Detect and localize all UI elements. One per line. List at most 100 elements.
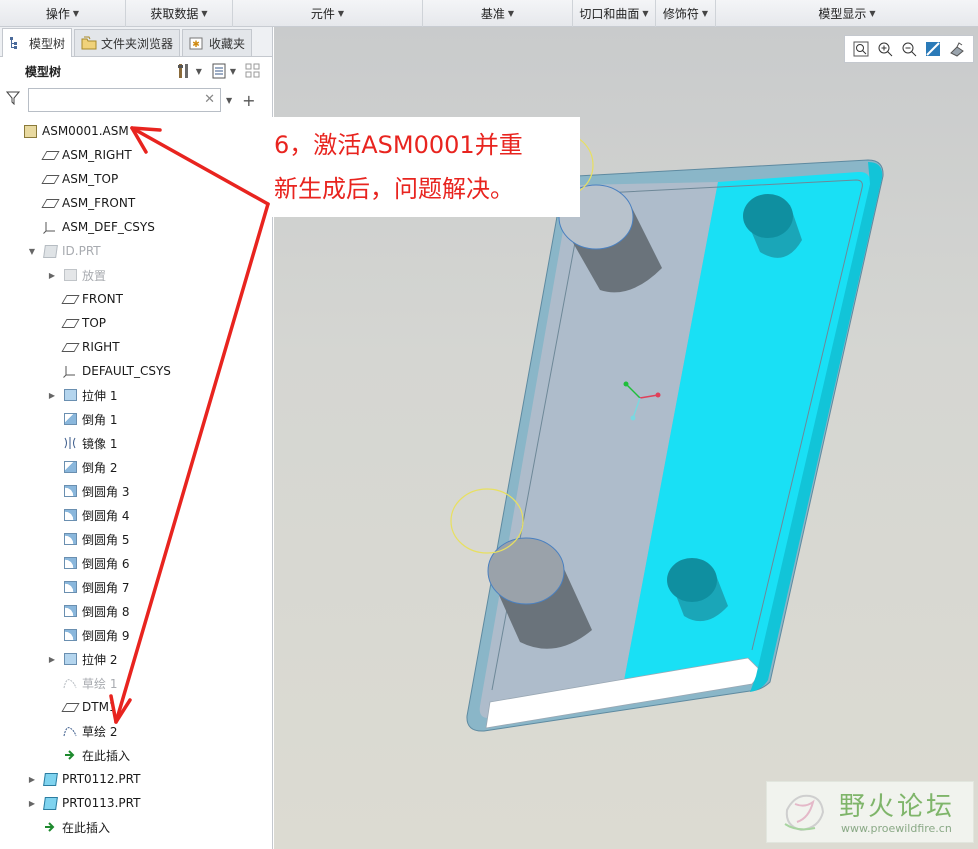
ribbon-group-component[interactable]: 元件 ▼ (233, 0, 423, 27)
svg-text:✱: ✱ (192, 40, 200, 50)
datum-plane-icon-shape (60, 702, 80, 712)
ribbon-group-bar: 操作 ▼ 获取数据 ▼ 元件 ▼ 基准 ▼ 切口和曲面 ▼ 修饰符 ▼ 模型显示 ▼ (0, 0, 978, 27)
expand-icon[interactable]: ▶ (46, 391, 58, 400)
forum-url: www.proewildfire.cn (841, 822, 952, 835)
display-style-icon[interactable] (945, 38, 969, 60)
tree-item[interactable]: ASM_TOP (0, 167, 272, 191)
tree-item[interactable]: 镜像 1 (0, 431, 272, 455)
tree-item[interactable]: ▶ 拉伸 2 (0, 647, 272, 671)
tree-item[interactable]: 草绘 2 (0, 719, 272, 743)
tree-item-label: 倒角 2 (82, 460, 118, 475)
tree-item-label: 放置 (82, 268, 107, 283)
ribbon-group-modifiers[interactable]: 修饰符 ▼ (656, 0, 716, 27)
chevron-down-icon[interactable]: ▼ (226, 96, 232, 105)
expand-icon[interactable]: ▶ (46, 655, 58, 664)
tree-item[interactable]: DTM1 (0, 695, 272, 719)
tab-folder-browser[interactable]: 文件夹浏览器 (74, 29, 181, 56)
chevron-down-icon: ▼ (701, 9, 709, 18)
tree-item[interactable]: FRONT (0, 287, 272, 311)
folder-icon (81, 36, 97, 50)
tree-item[interactable]: 倒角 1 (0, 407, 272, 431)
tree-columns-icon[interactable] (242, 61, 264, 81)
expand-icon[interactable]: ▶ (26, 775, 38, 784)
collapse-icon[interactable]: ▼ (26, 247, 38, 256)
ribbon-group-datum[interactable]: 基准 ▼ (423, 0, 573, 27)
part-icon-shape (42, 772, 58, 786)
tree-item[interactable]: ▶ PRT0113.PRT (0, 791, 272, 815)
tree-item[interactable]: ASM_FRONT (0, 191, 272, 215)
expand-icon[interactable]: ▶ (46, 271, 58, 280)
tree-item-label: TOP (82, 316, 107, 330)
ribbon-group-model-display[interactable]: 模型显示 ▼ (716, 0, 978, 27)
ribbon-group-label: 获取数据 (150, 7, 199, 21)
placement-icon (62, 268, 78, 282)
tree-item[interactable]: 倒圆角 6 (0, 551, 272, 575)
expand-icon[interactable]: ▶ (26, 799, 38, 808)
ribbon-group-get-data[interactable]: 获取数据 ▼ (126, 0, 233, 27)
ribbon-group-label: 切口和曲面 (579, 7, 640, 21)
clear-icon[interactable]: ✕ (204, 92, 215, 107)
datum-plane-icon-shape (60, 318, 80, 328)
round-icon-shape (63, 533, 77, 545)
ribbon-group-operations[interactable]: 操作 ▼ (0, 0, 126, 27)
tab-label: 模型树 (29, 36, 66, 51)
tree-item-label: RIGHT (82, 340, 120, 354)
tree-item-label: 倒圆角 6 (82, 556, 130, 571)
tree-item[interactable]: ▶ 放置 (0, 263, 272, 287)
tree-item-label: DEFAULT_CSYS (82, 364, 171, 378)
round-icon (62, 628, 78, 642)
tree-item[interactable]: 倒角 2 (0, 455, 272, 479)
ribbon-group-cut-surface[interactable]: 切口和曲面 ▼ (573, 0, 656, 27)
tab-model-tree[interactable]: 模型树 (2, 28, 73, 57)
zoom-in-icon[interactable] (873, 38, 897, 60)
repaint-icon[interactable] (921, 38, 945, 60)
extrude-icon (62, 652, 78, 666)
tab-favorites[interactable]: ✱ 收藏夹 (182, 29, 253, 56)
add-filter-icon[interactable]: + (242, 91, 255, 110)
tree-item[interactable]: TOP (0, 311, 272, 335)
tree-item-label: 倒圆角 3 (82, 484, 130, 499)
tree-settings-icon[interactable] (174, 61, 196, 81)
tree-item[interactable]: ASM_DEF_CSYS (0, 215, 272, 239)
datum-plane-icon (60, 292, 80, 306)
tree-item[interactable]: 倒圆角 7 (0, 575, 272, 599)
datum-plane-icon-shape (40, 150, 60, 160)
chevron-down-icon[interactable]: ▼ (230, 67, 236, 76)
tree-item[interactable]: 倒圆角 4 (0, 503, 272, 527)
tree-item[interactable]: 倒圆角 8 (0, 599, 272, 623)
zoom-out-icon[interactable] (897, 38, 921, 60)
tree-item[interactable]: ASM_RIGHT (0, 143, 272, 167)
tree-item[interactable]: ▼ ID.PRT (0, 239, 272, 263)
filter-icon[interactable] (5, 91, 24, 109)
chevron-down-icon: ▼ (507, 9, 515, 18)
chevron-down-icon: ▼ (72, 9, 80, 18)
datum-plane-icon (40, 196, 60, 210)
tree-item[interactable]: 倒圆角 9 (0, 623, 272, 647)
tree-item-label: 倒圆角 5 (82, 532, 130, 547)
tree-item[interactable]: 在此插入 (0, 815, 272, 839)
tree-item[interactable]: 倒圆角 5 (0, 527, 272, 551)
model-tree-header: 模型树 ▼ ▼ (0, 57, 272, 85)
tree-item[interactable]: RIGHT (0, 335, 272, 359)
tree-item-label: 草绘 1 (82, 676, 118, 691)
chevron-down-icon[interactable]: ▼ (196, 67, 202, 76)
tree-item[interactable]: ▶ PRT0112.PRT (0, 767, 272, 791)
refit-icon[interactable] (849, 38, 873, 60)
datum-plane-icon-shape (60, 294, 80, 304)
datum-plane-icon-shape (40, 198, 60, 208)
tree-item[interactable]: 倒圆角 3 (0, 479, 272, 503)
extrude-icon (62, 388, 78, 402)
tree-item[interactable]: 草绘 1 (0, 671, 272, 695)
chevron-down-icon: ▼ (869, 9, 876, 18)
tree-item[interactable]: 在此插入 (0, 743, 272, 767)
navigator-panel: 模型树 文件夹浏览器 ✱ 收藏夹 模型树 ▼ ▼ ✕ ▼ + ASM0001.A… (0, 27, 273, 849)
tree-display-icon[interactable] (208, 61, 230, 81)
extrude-icon-shape (63, 389, 77, 401)
tree-item[interactable]: ▶ 拉伸 1 (0, 383, 272, 407)
tree-item[interactable]: ASM0001.ASM (0, 119, 272, 143)
tree-search-input[interactable]: ✕ (28, 88, 221, 112)
tab-label: 文件夹浏览器 (101, 36, 174, 51)
datum-plane-icon (60, 700, 80, 714)
chamfer-icon-shape (63, 461, 77, 473)
tree-item[interactable]: DEFAULT_CSYS (0, 359, 272, 383)
